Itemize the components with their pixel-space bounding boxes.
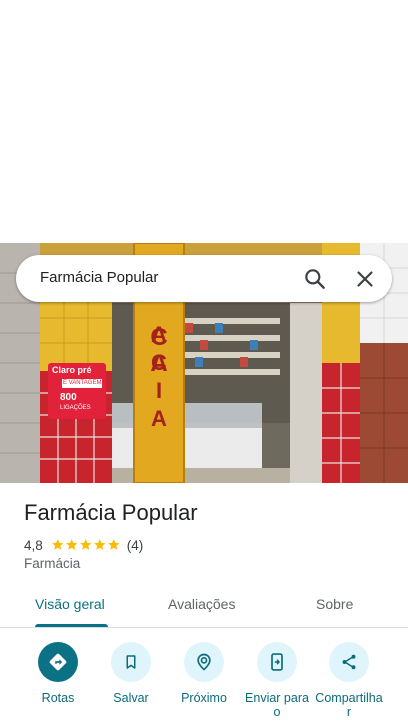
nearby-icon [184,642,224,682]
poster-line1: É VANTAGEM [63,380,102,386]
action-bar: Rotas Salvar Próximo Enviar para o Compa… [0,640,408,726]
send-to-phone-icon [257,642,297,682]
send-to-phone-button[interactable]: Enviar para o [237,642,317,719]
tab-bar: Visão geral Avaliações Sobre [0,588,408,628]
star-icon [79,539,92,551]
poster-line2: LIGAÇÕES [60,405,91,411]
close-icon[interactable] [352,266,378,292]
place-title: Farmácia Popular [24,500,198,525]
tab-overview[interactable]: Visão geral [35,596,105,612]
sign-text-value: ACIA [151,322,167,431]
poster-amount: 800 [60,392,77,403]
send-to-phone-label-line1: Enviar para [245,691,309,705]
star-icon [107,539,120,551]
star-rating [51,538,121,552]
search-bar[interactable]: Farmácia Popular [16,255,392,302]
share-label-line2: r [346,705,352,719]
star-icon [93,539,106,551]
poster-brand: Claro pré [52,365,92,375]
nearby-button[interactable]: Próximo [164,642,244,705]
search-input[interactable]: Farmácia Popular [40,269,158,286]
review-count[interactable]: (4) [127,538,144,553]
tab-reviews[interactable]: Avaliações [168,596,235,612]
place-category[interactable]: Farmácia [24,556,80,571]
rating-row[interactable]: 4,8 (4) [24,537,143,553]
directions-button[interactable]: Rotas [18,642,98,705]
share-icon [329,642,369,682]
share-label-line1: Compartilha [315,691,383,705]
directions-label: Rotas [41,691,75,705]
star-icon [51,539,64,551]
nearby-label: Próximo [181,691,227,705]
send-to-phone-label-line2: o [273,705,281,719]
map-blank-area [0,0,408,243]
star-icon [65,539,78,551]
save-button[interactable]: Salvar [91,642,171,705]
bookmark-icon [111,642,151,682]
sign-text: ACIA [134,321,184,433]
tab-about[interactable]: Sobre [316,596,353,612]
save-label: Salvar [113,691,149,705]
rating-value: 4,8 [24,537,43,553]
share-button[interactable]: Compartilha r [309,642,389,719]
search-icon[interactable] [302,266,328,292]
directions-icon [38,642,78,682]
tab-indicator [35,624,108,627]
